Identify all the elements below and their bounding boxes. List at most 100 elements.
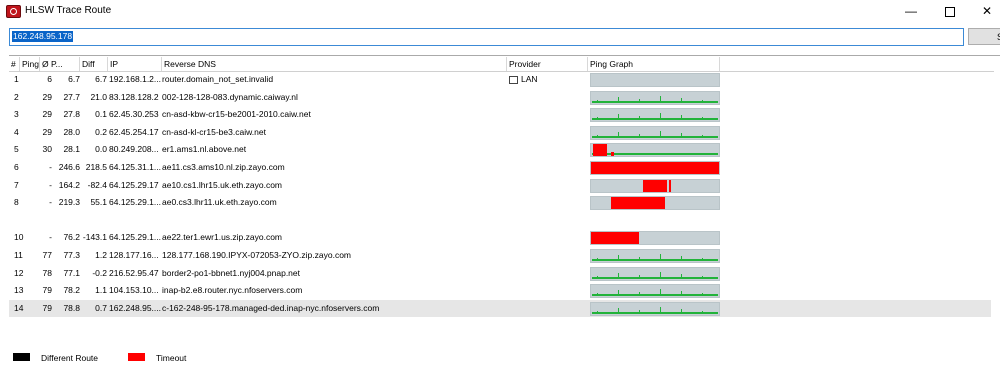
table-row[interactable]: 8-219.3 55.1 64.125.29.1... ae0.cs3.lhr11.u…: [9, 194, 720, 211]
hop-avg-ping: 78.2: [63, 285, 80, 296]
ping-line: [618, 114, 619, 121]
hop-ip: 64.125.29.17: [109, 179, 159, 190]
table-row[interactable]: 4 29 28.0 0.2 62.45.254.17 cn-asd-kl-cr15-be3…: [9, 124, 720, 141]
timeout-segment: [591, 232, 639, 245]
table-row[interactable]: 13 79 78.2 1.1 104.153.10... inap-b2.e8.route…: [9, 282, 720, 299]
col-avg-ping[interactable]: Ø P...: [40, 57, 80, 71]
hop-provider: [509, 229, 569, 246]
hop-ping: 29: [42, 91, 52, 102]
hop-provider: [509, 177, 569, 194]
hop-diff: 0.2: [95, 126, 107, 137]
col-provider[interactable]: Provider: [507, 57, 588, 71]
hop-avg-ping: 246.6: [58, 162, 80, 172]
hop-diff: 6.7: [95, 74, 107, 84]
hop-provider: [509, 194, 569, 211]
ping-line: [660, 289, 661, 297]
table-row[interactable]: 10-76.2 -143.1 64.125.29.1... ae22.ter1.ewr…: [9, 229, 720, 246]
hop-ping: 79: [42, 302, 52, 313]
hop-diff: 218.5: [85, 162, 107, 172]
hop-ip: 83.128.128.2: [109, 91, 159, 102]
minimize-button[interactable]: —: [894, 0, 928, 23]
ping-line: [592, 294, 718, 297]
hop-diff: 0.1: [95, 109, 107, 120]
col-reverse-dns[interactable]: Reverse DNS: [162, 57, 507, 71]
ping-line: [702, 293, 703, 297]
maximize-icon: [945, 6, 955, 17]
ping-line: [597, 258, 598, 261]
hop-diff: -82.4: [87, 179, 107, 190]
ping-line: [660, 271, 661, 279]
hop-ping: 6: [47, 74, 52, 84]
table-row[interactable]: 1 6 6.7 6.7 192.168.1.2... router.domain_not_…: [9, 71, 720, 88]
ping-line: [597, 99, 598, 103]
ping-line: [639, 257, 640, 261]
ping-line: [681, 273, 682, 279]
col-ping-graph[interactable]: Ping Graph: [588, 57, 720, 71]
ping-line: [618, 290, 619, 297]
start-button[interactable]: S: [968, 28, 1000, 45]
ping-line: [592, 100, 718, 103]
hop-diff: 1.2: [95, 250, 107, 260]
hop-provider: [509, 89, 569, 106]
ping-line: [597, 134, 598, 138]
ping-line: [592, 135, 718, 138]
ping-line: [681, 256, 682, 261]
close-button[interactable]: ✕: [970, 0, 1000, 23]
table-row[interactable]: 6-246.6 218.5 64.125.31.1... ae11.cs3.ams10…: [9, 159, 720, 176]
hop-ping: [22, 212, 52, 229]
ping-line: [681, 115, 682, 121]
hop-reverse-dns: ae22.ter1.ewr1.us.zip.zayo.com: [162, 232, 283, 243]
ping-line: [597, 310, 598, 314]
ping-graph: [590, 73, 720, 87]
col-ping[interactable]: Ping: [20, 57, 40, 71]
hop-avg-ping: 76.2: [63, 232, 80, 243]
hop-ip: 162.248.95....: [109, 302, 161, 313]
hop-ping: -: [49, 179, 52, 190]
hop-avg-ping: 164.2: [58, 179, 80, 190]
hop-avg-ping: 6.7: [68, 74, 80, 84]
ping-line: [597, 117, 598, 121]
ping-line: [618, 96, 619, 103]
col-ip[interactable]: IP: [108, 57, 162, 71]
timeout-label: Timeout: [156, 353, 187, 363]
hop-diff: 55.1: [90, 197, 107, 208]
table-row[interactable]: [9, 212, 720, 229]
ping-line: [639, 98, 640, 103]
hop-ip: [109, 212, 161, 229]
hop-provider: [509, 159, 569, 176]
hop-ping: 30: [42, 144, 52, 155]
table-row[interactable]: 14 79 78.8 0.7 162.248.95.... c-162-248-95-17…: [9, 299, 991, 317]
table-row[interactable]: 12 78 77.1 -0.2 216.52.95.47 border2-po1-bbne…: [9, 265, 720, 282]
table-row[interactable]: 7-164.2 -82.4 64.125.29.17 ae10.cs1.lhr15.u…: [9, 177, 720, 194]
hop-ping: 78: [42, 267, 52, 278]
hop-provider: [509, 282, 569, 299]
hop-ip: 62.45.254.17: [109, 126, 159, 137]
table-row[interactable]: 5 30 28.1 0.0 80.249.208... er1.ams1.nl.above…: [9, 141, 720, 158]
ping-line: [597, 293, 598, 297]
hop-ip: 64.125.29.1...: [109, 197, 161, 208]
maximize-button[interactable]: [933, 0, 967, 23]
ping-line: [681, 291, 682, 297]
col-hop-number[interactable]: #: [9, 57, 20, 71]
ping-line: [660, 130, 661, 138]
hop-ping: 29: [42, 126, 52, 137]
title-bar: HLSW Trace Route — ✕: [0, 0, 1000, 23]
hop-avg-ping: 219.3: [58, 197, 80, 208]
ping-line: [660, 254, 661, 261]
timeout-segment: [593, 144, 607, 157]
hop-reverse-dns: inap-b2.e8.router.nyc.nfoservers.com: [162, 285, 303, 296]
target-input[interactable]: 162.248.95.178: [9, 28, 964, 46]
ping-line: [592, 311, 718, 314]
hop-ip: 192.168.1.2...: [109, 74, 161, 84]
table-row[interactable]: 11 77 77.3 1.2 128.177.16... 128.177.168.190.…: [9, 247, 720, 264]
ping-line: [702, 134, 703, 138]
hop-diff: 0.7: [95, 302, 107, 313]
table-row[interactable]: 3 29 27.8 0.1 62.45.30.253 cn-asd-kbw-cr15-be…: [9, 106, 720, 123]
hop-avg-ping: 78.8: [63, 302, 80, 313]
hop-reverse-dns: ae10.cs1.lhr15.uk.eth.zayo.com: [162, 179, 283, 190]
col-diff[interactable]: Diff: [80, 57, 108, 71]
timeout-segment: [669, 179, 671, 192]
ping-line: [702, 275, 703, 279]
hop-ip: 62.45.30.253: [109, 109, 159, 120]
table-row[interactable]: 2 29 27.7 21.0 83.128.128.2 002-128-128-083.d…: [9, 89, 720, 106]
